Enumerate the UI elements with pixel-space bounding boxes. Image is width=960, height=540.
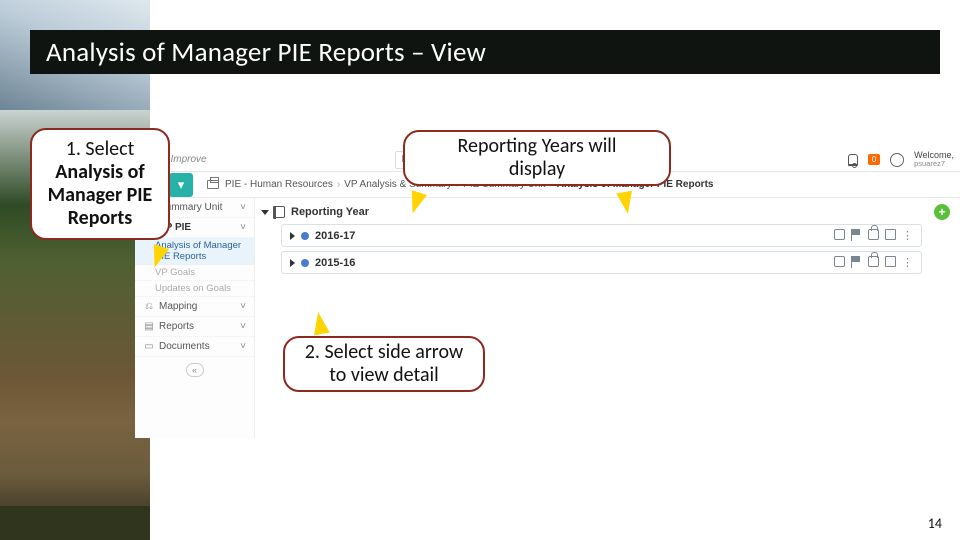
app-screenshot: entive.Improve PIE - Human Resour… 0 Wel… xyxy=(135,148,960,438)
reports-icon: ▤ xyxy=(143,321,155,332)
chevron-down-icon: ˅ xyxy=(240,301,246,312)
sidebar-item-reports[interactable]: ▤ Reports ˅ xyxy=(135,317,254,337)
sidebar-item-label: Reports xyxy=(159,321,240,332)
sidebar-item-label: Summary Unit xyxy=(159,202,240,213)
callout-select-analysis: 1. Select Analysis of Manager PIE Report… xyxy=(30,128,170,240)
crumb-sep: › xyxy=(337,179,340,190)
flag-icon[interactable] xyxy=(851,256,862,267)
sidebar-collapse-button[interactable]: « xyxy=(186,363,204,377)
caret-down-icon xyxy=(261,210,269,215)
sidebar-item-label: VP PIE xyxy=(159,222,240,233)
notifications-icon[interactable] xyxy=(848,154,858,166)
sidebar-item-label: Documents xyxy=(159,341,240,352)
filter-icon: ▾ xyxy=(178,177,185,193)
callout2-line2: display xyxy=(413,158,661,181)
year-label: 2015-16 xyxy=(315,257,355,269)
callout1-line1: 1. Select xyxy=(40,138,160,161)
sidebar-item-label: Updates on Goals xyxy=(155,283,231,294)
sidebar-sub-updates[interactable]: Updates on Goals xyxy=(135,281,254,297)
section-label: Reporting Year xyxy=(291,206,369,218)
callout-reporting-years: Reporting Years will display xyxy=(403,130,671,186)
plus-icon: + xyxy=(938,205,945,219)
chevron-down-icon: ˅ xyxy=(240,321,246,332)
add-year-button[interactable]: + xyxy=(934,204,950,220)
edit-icon[interactable] xyxy=(834,256,845,267)
lock-icon[interactable] xyxy=(868,229,879,240)
sidebar-item-documents[interactable]: ▭ Documents ˅ xyxy=(135,337,254,357)
mapping-icon: ⎌ xyxy=(143,301,155,312)
callout3-line1: 2. Select side arrow xyxy=(293,341,475,364)
background-photo xyxy=(0,0,150,540)
row-menu-icon[interactable]: ⋮ xyxy=(902,229,913,242)
sidebar-item-mapping[interactable]: ⎌ Mapping ˅ xyxy=(135,297,254,317)
slide-title: Analysis of Manager PIE Reports – View xyxy=(46,36,486,69)
lock-icon[interactable] xyxy=(868,256,879,267)
chevron-left-icon: « xyxy=(192,365,197,375)
main-panel: Reporting Year + 2016-17 ⋮ xyxy=(255,198,960,438)
year-label: 2016-17 xyxy=(315,230,355,242)
folder-icon: ▭ xyxy=(143,341,155,352)
expand-triangle-icon[interactable] xyxy=(290,232,295,240)
crumb-1[interactable]: PIE - Human Resources xyxy=(225,179,333,190)
chevron-down-icon: ˅ xyxy=(240,202,246,213)
callout3-line2: to view detail xyxy=(293,364,475,387)
avatar-icon[interactable] xyxy=(890,153,904,167)
callout2-line1: Reporting Years will xyxy=(413,135,661,158)
trash-icon[interactable] xyxy=(885,229,896,240)
status-dot-icon xyxy=(301,232,309,240)
slide-number: 14 xyxy=(928,515,942,532)
reporting-year-row[interactable]: 2016-17 ⋮ xyxy=(281,224,922,247)
filter-button[interactable]: ▾ xyxy=(169,173,193,197)
slide-title-bar: Analysis of Manager PIE Reports – View xyxy=(30,30,940,74)
print-icon[interactable] xyxy=(207,180,219,189)
callout1-line2: Analysis of xyxy=(40,161,160,184)
sidebar-item-label: Mapping xyxy=(159,301,240,312)
notifications-badge: 0 xyxy=(868,154,880,165)
username: psuarez7 xyxy=(914,160,954,168)
callout1-line3: Manager PIE xyxy=(40,184,160,207)
welcome-block: Welcome, psuarez7 xyxy=(914,151,954,168)
chevron-down-icon: ˅ xyxy=(240,341,246,352)
book-icon xyxy=(275,206,285,218)
callout-side-arrow: 2. Select side arrow to view detail xyxy=(283,336,485,392)
status-dot-icon xyxy=(301,259,309,267)
section-header[interactable]: Reporting Year xyxy=(261,206,946,218)
sidebar-sub-vp-goals[interactable]: VP Goals xyxy=(135,265,254,281)
callout1-line4: Reports xyxy=(40,207,160,230)
expand-triangle-icon[interactable] xyxy=(290,259,295,267)
trash-icon[interactable] xyxy=(885,256,896,267)
flag-icon[interactable] xyxy=(851,229,862,240)
reporting-year-row[interactable]: 2015-16 ⋮ xyxy=(281,251,922,274)
row-menu-icon[interactable]: ⋮ xyxy=(902,256,913,269)
edit-icon[interactable] xyxy=(834,229,845,240)
chevron-down-icon: ˅ xyxy=(240,222,246,233)
